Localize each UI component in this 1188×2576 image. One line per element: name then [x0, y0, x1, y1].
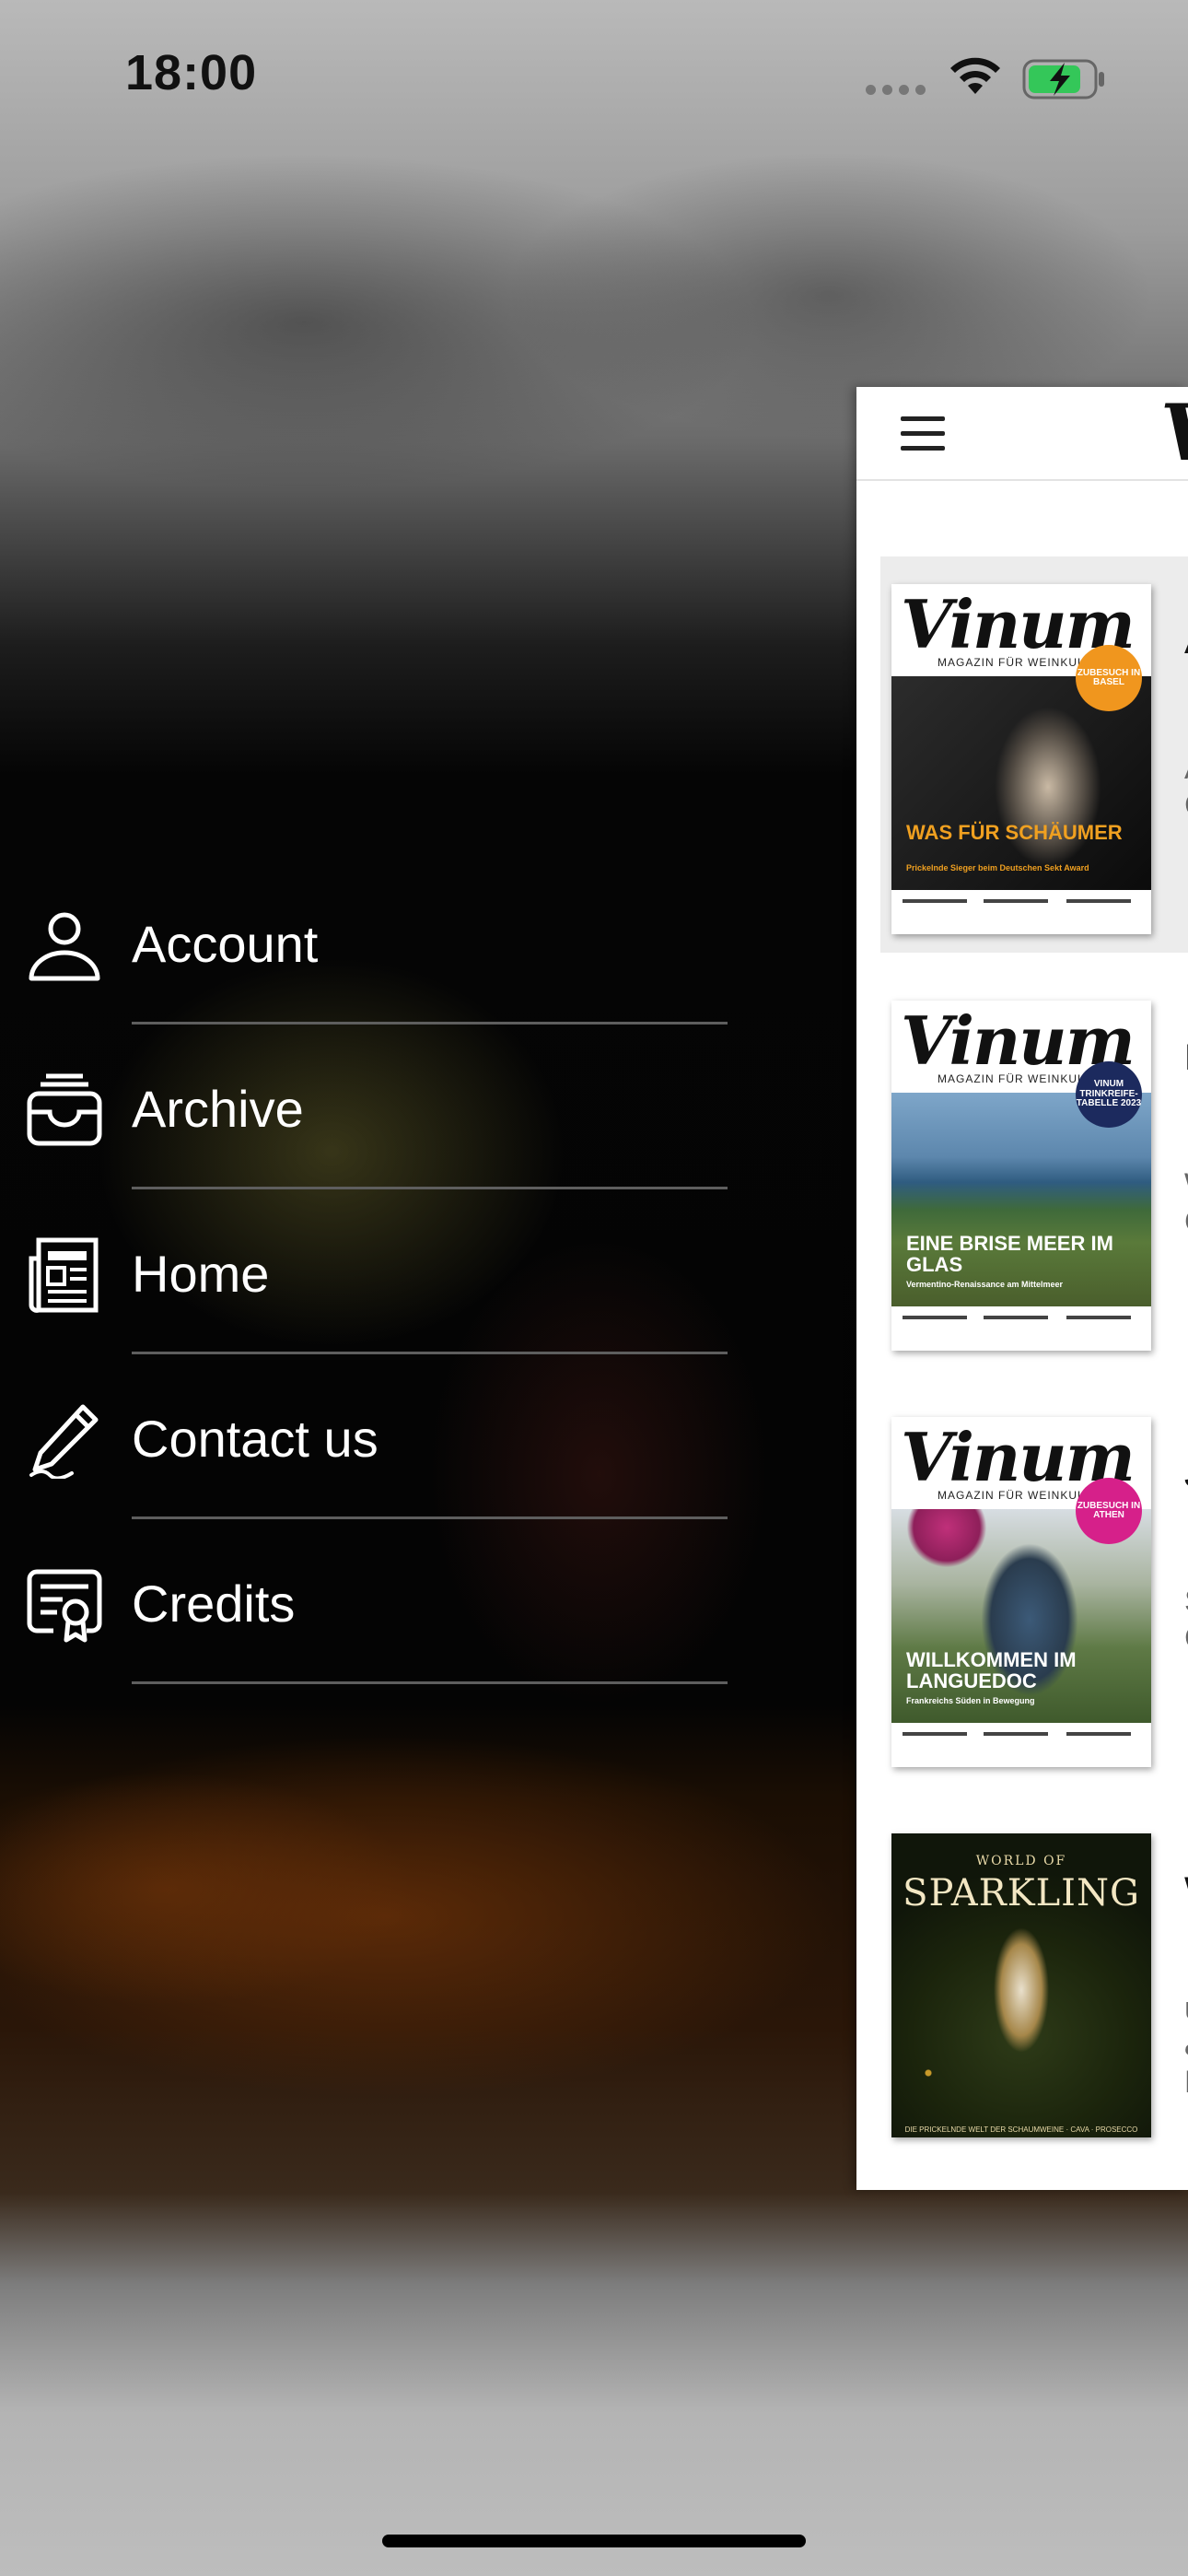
menu-item-archive[interactable]: Archive — [0, 1049, 737, 1214]
cellular-signal-icon — [866, 85, 926, 95]
magazine-cover: WORLD OF SPARKLING DIE PRICKELNDE WELT D… — [891, 1833, 1151, 2137]
home-indicator[interactable] — [382, 2535, 806, 2547]
issue-description: Wi Gr — [1184, 1166, 1188, 1240]
wifi-icon — [950, 57, 1000, 94]
menu-item-credits[interactable]: Credits — [0, 1544, 737, 1709]
cover-headline: WAS FÜR SCHÄUMER — [906, 821, 1123, 844]
magazine-cover: Vinum MAGAZIN FÜR WEINKULTUR VINUM TRINK… — [891, 1001, 1151, 1351]
battery-charging-icon — [1022, 59, 1104, 100]
issue-description: Sc Ch — [1184, 1583, 1188, 1657]
cover-title: SPARKLING — [903, 1872, 1140, 1914]
menu-item-home[interactable]: Home — [0, 1214, 737, 1379]
menu-divider — [132, 1022, 728, 1025]
cover-badge: VINUM TRINKREIFE-TABELLE 2023 — [1076, 1061, 1142, 1128]
main-content-panel[interactable]: V Vinum MAGAZIN FÜR WEINKULTUR ZUBESUCH … — [856, 387, 1188, 2190]
newspaper-icon — [29, 1237, 99, 1313]
content-header: V — [856, 387, 1188, 481]
cover-subline: Frankreichs Süden in Bewegung — [906, 1696, 1035, 1705]
magazine-cover: Vinum MAGAZIN FÜR WEINKULTUR ZUBESUCH IN… — [891, 584, 1151, 934]
menu-item-contact-us[interactable]: Contact us — [0, 1379, 737, 1544]
status-time: 18:00 — [125, 45, 258, 100]
issue-row[interactable]: Vinum MAGAZIN FÜR WEINKULTUR VINUM TRINK… — [880, 973, 1188, 1369]
side-menu: Account Archive Home Contact us Credits — [0, 884, 737, 1709]
cover-badge: ZUBESUCH IN ATHEN — [1076, 1478, 1142, 1544]
menu-divider — [132, 1681, 728, 1684]
issue-row[interactable]: Vinum MAGAZIN FÜR WEINKULTUR ZUBESUCH IN… — [880, 556, 1188, 953]
pencil-icon — [29, 1404, 99, 1479]
menu-label-archive: Archive — [132, 1080, 304, 1138]
issue-title: Ja — [1184, 1454, 1188, 1495]
certificate-icon — [27, 1569, 102, 1643]
archive-tray-icon — [27, 1073, 102, 1146]
header-logo: V — [1160, 394, 1188, 472]
cover-headline: EINE BRISE MEER IM GLAS — [906, 1232, 1113, 1277]
issue-title: W — [1184, 1870, 1188, 1912]
menu-label-credits: Credits — [132, 1575, 296, 1633]
cover-headline: WILLKOMMEN IM LANGUEDOC — [906, 1648, 1077, 1693]
menu-label-home: Home — [132, 1245, 270, 1303]
menu-label-account: Account — [132, 915, 319, 973]
issue-description: An Ch — [1184, 750, 1188, 824]
menu-divider — [132, 1516, 728, 1519]
cover-pretitle: WORLD OF — [975, 1854, 1067, 1868]
cover-badge: ZUBESUCH IN BASEL — [1076, 645, 1142, 711]
issue-row[interactable]: WORLD OF SPARKLING DIE PRICKELNDE WELT D… — [880, 1806, 1188, 2190]
cover-subline: Vermentino-Renaissance am Mittelmeer — [906, 1280, 1064, 1289]
issue-title: Ap — [1184, 621, 1188, 662]
issue-title: M — [1184, 1037, 1188, 1079]
menu-label-contact-us: Contact us — [132, 1410, 379, 1468]
magazine-cover: Vinum MAGAZIN FÜR WEINKULTUR ZUBESUCH IN… — [891, 1417, 1151, 1767]
hamburger-icon[interactable] — [901, 416, 945, 451]
menu-divider — [132, 1352, 728, 1354]
menu-divider — [132, 1187, 728, 1189]
status-bar: 18:00 — [0, 0, 1188, 157]
person-icon — [29, 912, 100, 981]
issue-row[interactable]: Vinum MAGAZIN FÜR WEINKULTUR ZUBESUCH IN… — [880, 1389, 1188, 1786]
cover-subline: Prickelnde Sieger beim Deutschen Sekt Aw… — [906, 863, 1089, 872]
cover-footer: DIE PRICKELNDE WELT DER SCHAUMWEINE · CA… — [904, 2125, 1138, 2134]
issue-description: üb & I Fo — [1184, 1990, 1188, 2101]
menu-item-account[interactable]: Account — [0, 884, 737, 1049]
